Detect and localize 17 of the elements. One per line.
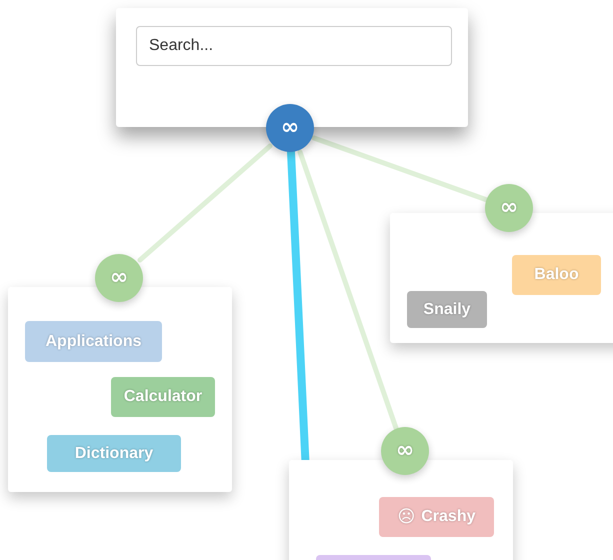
tag[interactable]: Dictionary [47,435,181,472]
tag[interactable]: Applications [25,321,162,362]
tag-label: Calculator [124,388,202,406]
tag-label: Crashy [421,508,476,526]
hub-button[interactable]: ∞ [485,184,533,232]
search-field[interactable]: Search... [136,26,452,66]
tag[interactable]: ☹ Crashy [379,497,494,537]
hub-button[interactable]: ∞ [95,254,143,302]
tag-label: Applications [45,332,142,350]
tag-label: Dictionary [74,444,154,462]
tag-label: Baloo [534,266,579,284]
tag[interactable]: Snaily [407,291,487,328]
hub-button[interactable]: ∞ [381,427,429,475]
tag-label: Snaily [423,300,471,318]
tag[interactable]: Calculator [111,377,215,417]
sad-face-icon: ☹ [398,507,416,527]
tag[interactable]: Baloo [512,255,601,295]
